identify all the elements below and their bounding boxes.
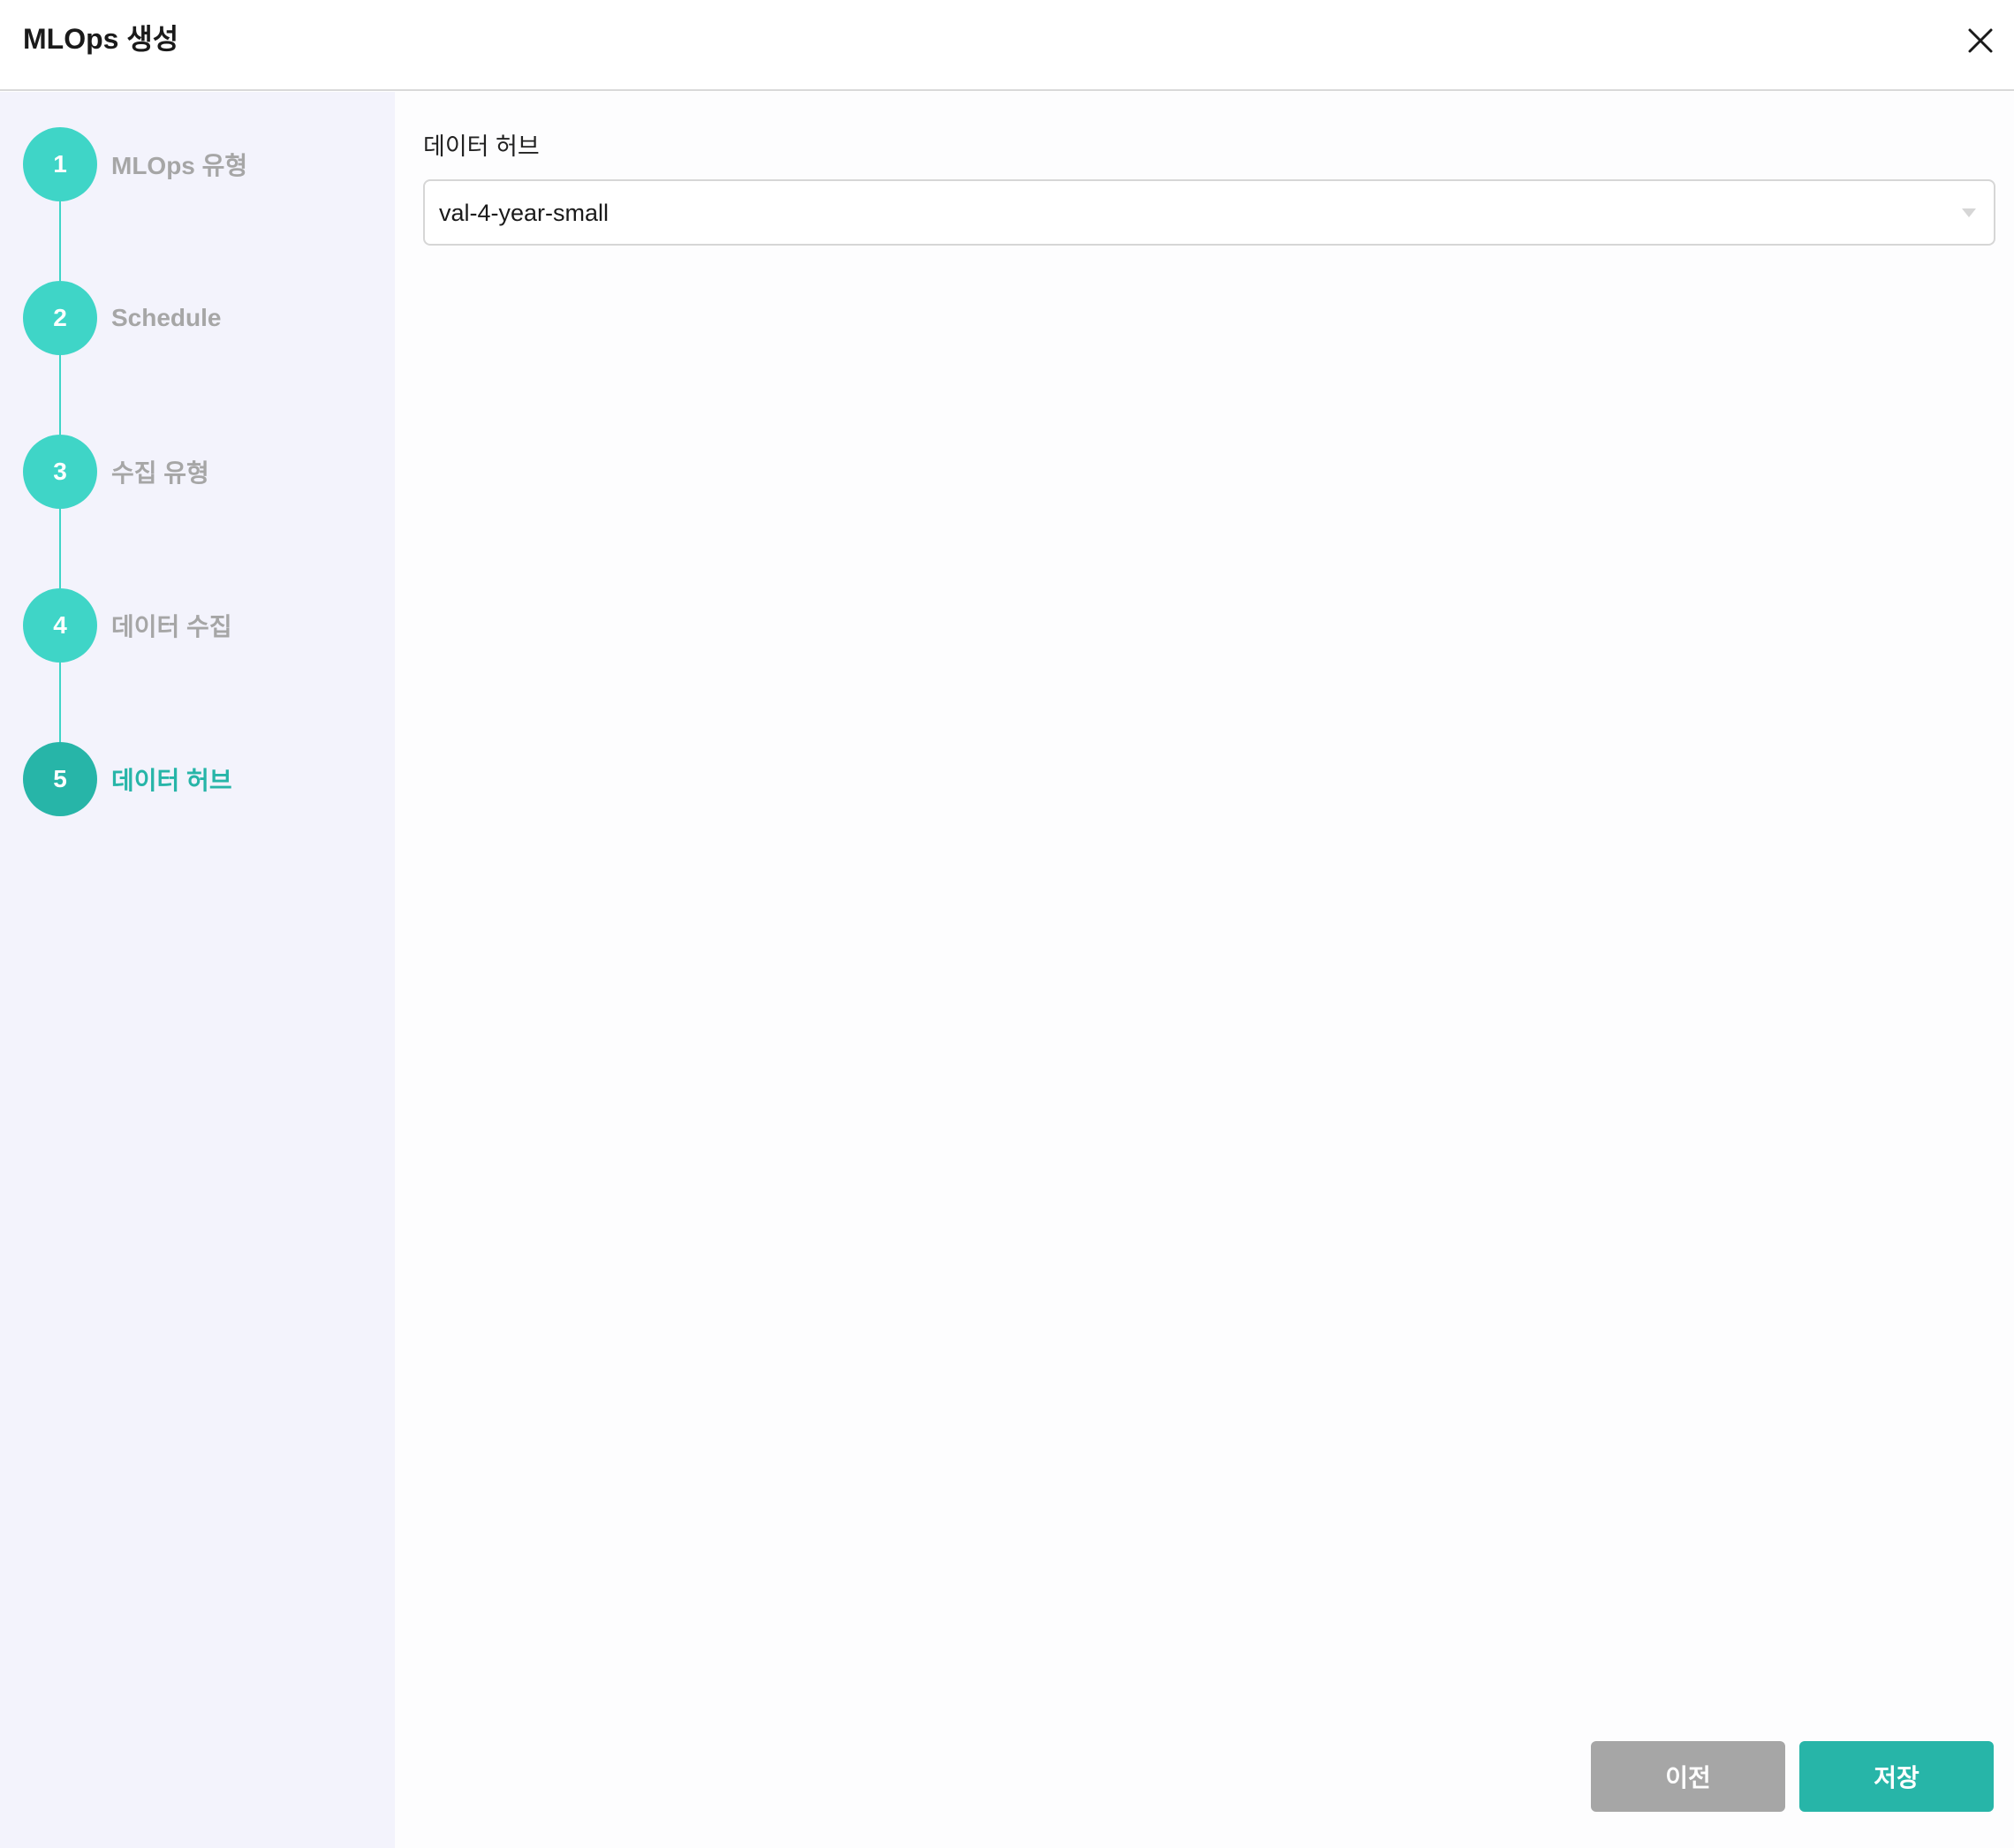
step-number-badge: 3	[23, 435, 97, 509]
step-connector	[59, 200, 61, 281]
step-mlops-type[interactable]: 1 MLOps 유형	[23, 127, 376, 201]
dialog-title: MLOps 생성	[23, 23, 179, 55]
save-button[interactable]: 저장	[1799, 1741, 1994, 1812]
close-button[interactable]	[1957, 18, 2003, 64]
step-label: Schedule	[111, 304, 222, 331]
prev-button[interactable]: 이전	[1591, 1741, 1785, 1812]
main-content: 데이터 허브 val-4-year-small 이전 저장	[395, 92, 2014, 1848]
data-hub-label: 데이터 허브	[423, 133, 540, 160]
step-number-badge: 4	[23, 588, 97, 663]
step-number-badge: 2	[23, 281, 97, 355]
close-icon	[1968, 28, 1993, 53]
step-label: 데이터 허브	[111, 767, 232, 794]
step-connector	[59, 353, 61, 435]
step-collection-type[interactable]: 3 수집 유형	[23, 435, 376, 509]
step-data-hub[interactable]: 5 데이터 허브	[23, 742, 376, 816]
step-schedule[interactable]: 2 Schedule	[23, 281, 376, 355]
step-number-badge: 5	[23, 742, 97, 816]
step-label: 수집 유형	[111, 459, 209, 487]
mlops-create-dialog: MLOps 생성 1 MLOps 유형 2 Schedule 3 수집 유형 4…	[0, 0, 2014, 1848]
dialog-header: MLOps 생성	[0, 0, 2014, 91]
data-hub-select[interactable]: val-4-year-small	[423, 179, 1995, 246]
step-label: MLOps 유형	[111, 152, 248, 179]
data-hub-selected-value: val-4-year-small	[439, 200, 610, 226]
step-connector	[59, 661, 61, 742]
chevron-down-icon	[1962, 208, 1976, 217]
step-connector	[59, 507, 61, 588]
step-number-badge: 1	[23, 127, 97, 201]
step-label: 데이터 수집	[111, 613, 232, 640]
step-sidebar: 1 MLOps 유형 2 Schedule 3 수집 유형 4 데이터 수집 5…	[0, 92, 395, 1848]
step-data-collection[interactable]: 4 데이터 수집	[23, 588, 376, 663]
